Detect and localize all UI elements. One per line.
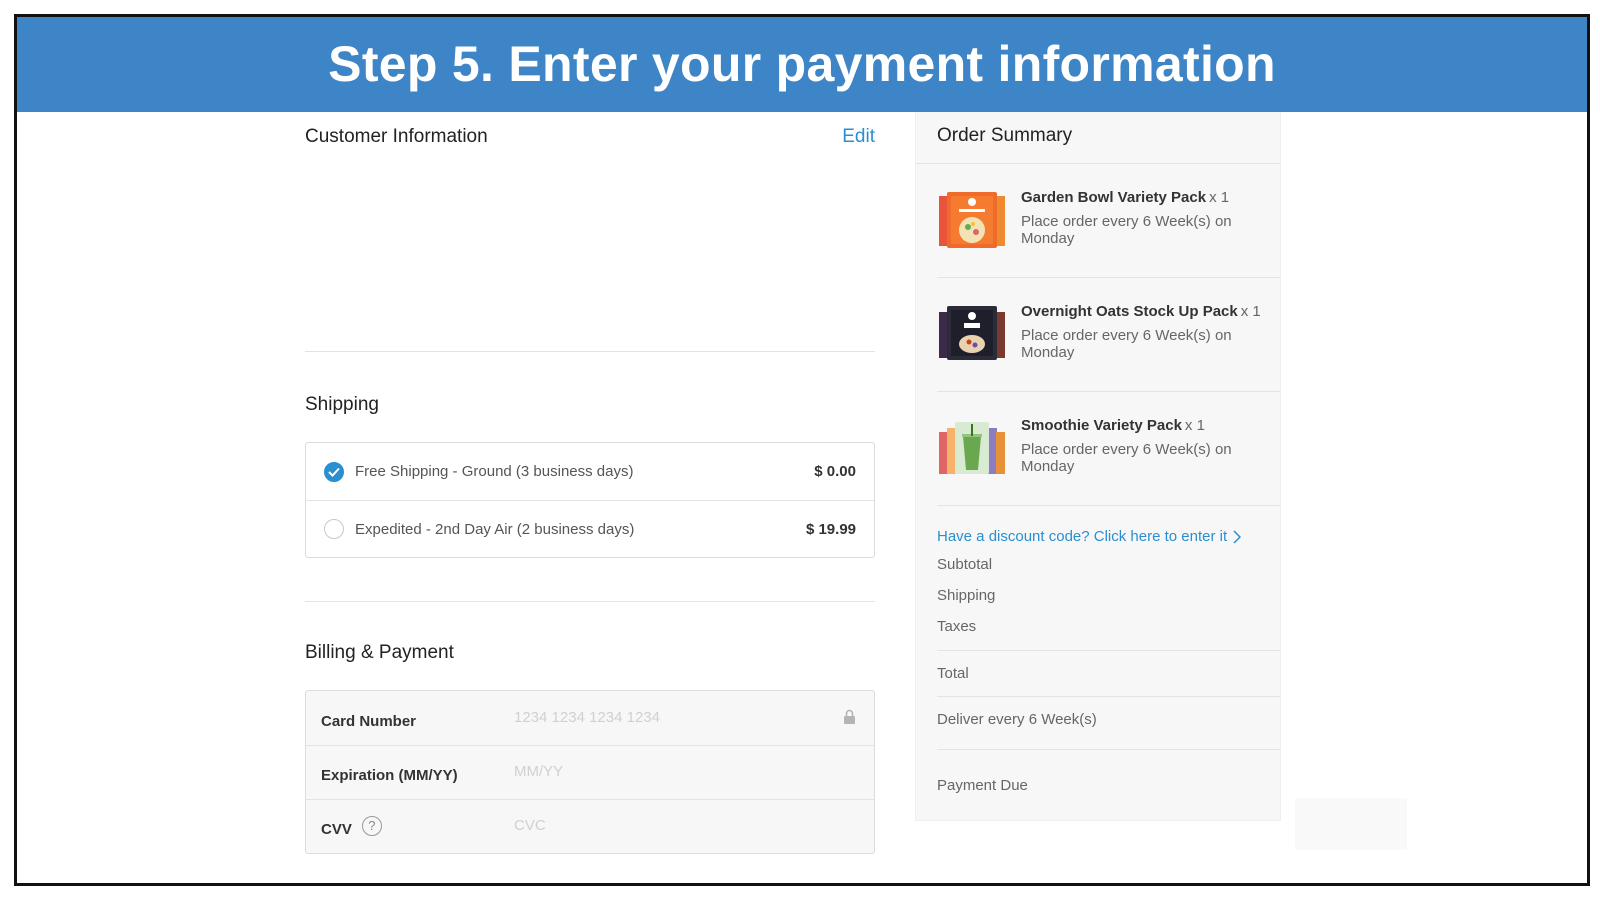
shipping-option-expedited[interactable]: Expedited - 2nd Day Air (2 business days…	[306, 500, 874, 557]
item-quantity: x 1	[1240, 303, 1261, 320]
checkout-form: Customer Information Edit Shipping Free …	[305, 112, 875, 854]
total-label: Total	[937, 665, 969, 682]
item-schedule: Place order every 6 Week(s) on Monday	[1021, 441, 1232, 475]
banner-title: Step 5. Enter your payment information	[328, 35, 1276, 92]
expiration-row: Expiration (MM/YY)	[306, 745, 874, 799]
smoothie-pack-image	[937, 414, 1007, 480]
radio-unchecked-icon[interactable]	[324, 519, 344, 539]
discount-code-link[interactable]: Have a discount code? Click here to ente…	[937, 528, 1280, 545]
item-schedule: Place order every 6 Week(s) on Monday	[1021, 213, 1232, 247]
card-number-label: Card Number	[321, 712, 417, 730]
order-summary-title: Order Summary	[916, 112, 1280, 164]
cvv-label: CVV ?	[321, 815, 514, 838]
cvv-input[interactable]	[514, 817, 814, 834]
item-quantity: x 1	[1184, 417, 1205, 434]
cvv-row: CVV ?	[306, 799, 874, 853]
billing-payment-title: Billing & Payment	[305, 642, 454, 663]
order-item-details: Garden Bowl Variety Pack x 1 Place order …	[1021, 189, 1280, 247]
expiration-label: Expiration (MM/YY)	[321, 767, 458, 784]
card-number-input[interactable]	[514, 708, 814, 726]
customer-information-title: Customer Information	[305, 126, 488, 147]
shipping-total-label: Shipping	[937, 587, 996, 604]
payment-fields: Card Number Expiration (MM/YY) CVV ?	[305, 690, 875, 854]
order-item: Overnight Oats Stock Up Pack x 1 Place or…	[937, 278, 1280, 392]
faded-overlay	[1295, 798, 1407, 850]
chevron-right-icon	[1233, 529, 1242, 544]
subtotal-label: Subtotal	[937, 556, 993, 573]
billing-payment-section: Billing & Payment Card Number Expiration…	[305, 602, 875, 854]
shipping-title: Shipping	[305, 394, 379, 415]
shipping-option-label: Expedited - 2nd Day Air (2 business days…	[355, 520, 635, 538]
edit-customer-link[interactable]: Edit	[842, 126, 875, 148]
shipping-option-price: $ 0.00	[814, 463, 856, 480]
order-item-details: Smoothie Variety Pack x 1 Place order eve…	[1021, 417, 1280, 475]
order-item: Smoothie Variety Pack x 1 Place order eve…	[937, 392, 1280, 506]
shipping-option-label: Free Shipping - Ground (3 business days)	[355, 463, 634, 480]
delivery-frequency-label: Deliver every 6 Week(s)	[937, 711, 1097, 728]
item-schedule: Place order every 6 Week(s) on Monday	[1021, 327, 1232, 361]
instruction-banner: Step 5. Enter your payment information	[17, 17, 1587, 112]
item-name: Smoothie Variety Pack	[1021, 417, 1182, 434]
order-summary-panel: Order Summary Garden Bowl Variety Pack x…	[915, 112, 1281, 821]
shipping-section: Shipping Free Shipping - Ground (3 busin…	[305, 352, 875, 602]
order-item: Garden Bowl Variety Pack x 1 Place order …	[937, 164, 1280, 278]
radio-checked-icon[interactable]	[324, 461, 344, 482]
lock-icon	[843, 709, 856, 730]
customer-information-section: Customer Information Edit	[305, 112, 875, 352]
garden-bowl-pack-image	[937, 186, 1007, 252]
item-name: Overnight Oats Stock Up Pack	[1021, 303, 1238, 320]
payment-due-label: Payment Due	[937, 777, 1028, 794]
shipping-options: Free Shipping - Ground (3 business days)…	[305, 442, 875, 558]
item-quantity: x 1	[1209, 189, 1230, 206]
card-number-row: Card Number	[306, 691, 874, 745]
shipping-option-free[interactable]: Free Shipping - Ground (3 business days)…	[306, 443, 874, 500]
expiration-input[interactable]	[514, 763, 814, 780]
taxes-label: Taxes	[937, 618, 977, 635]
shipping-option-price: $ 19.99	[805, 520, 856, 538]
screenshot-frame: Step 5. Enter your payment information C…	[14, 14, 1590, 886]
order-item-details: Overnight Oats Stock Up Pack x 1 Place or…	[1021, 303, 1280, 361]
item-name: Garden Bowl Variety Pack	[1021, 189, 1207, 206]
overnight-oats-pack-image	[937, 300, 1007, 366]
help-question-icon[interactable]: ?	[361, 815, 382, 836]
